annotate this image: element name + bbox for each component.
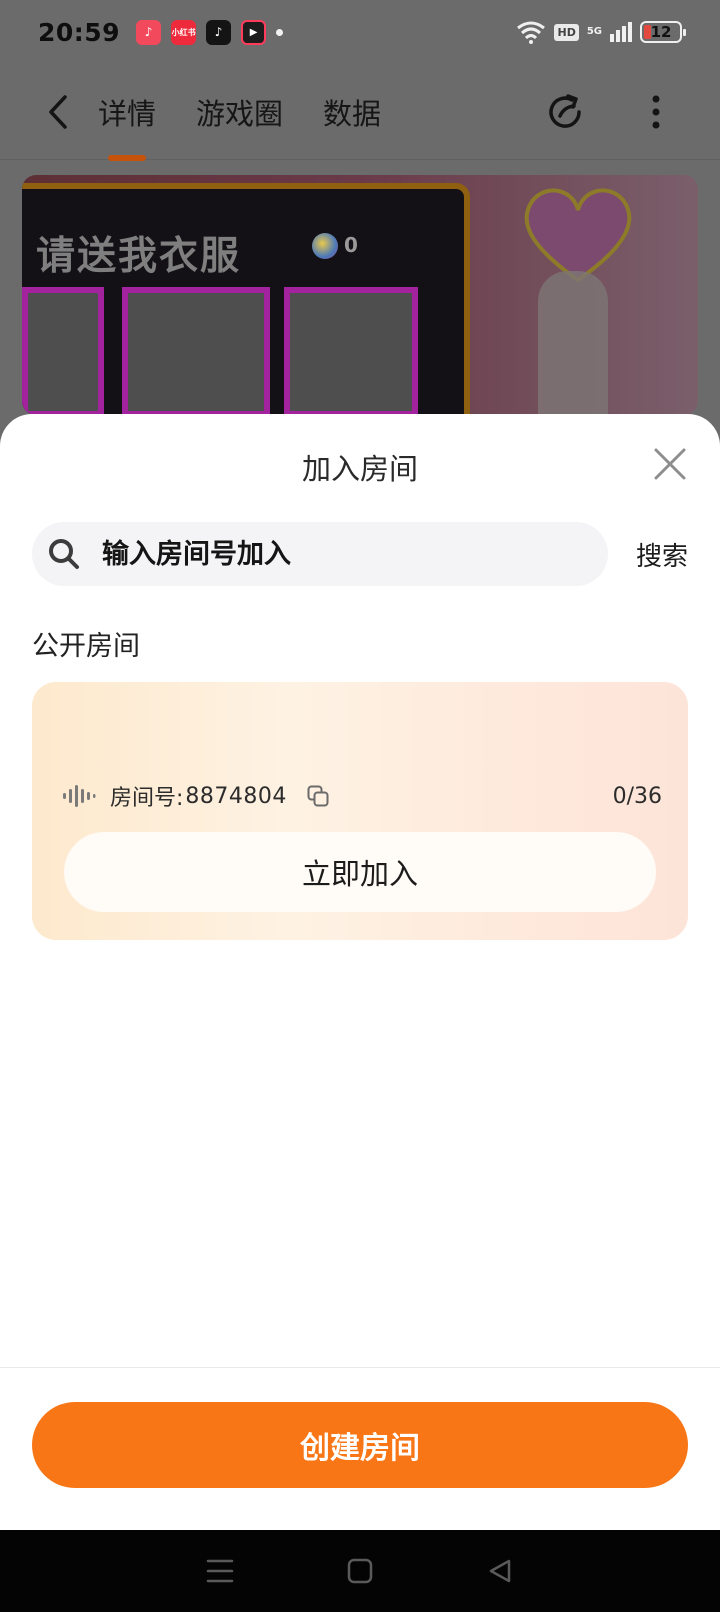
clothing-slot bbox=[284, 287, 418, 415]
room-player-count: 0/36 bbox=[612, 783, 662, 809]
join-room-sheet: 加入房间 搜索 公开房间 房间号: 8874804 bbox=[0, 414, 720, 1530]
home-square-icon bbox=[347, 1558, 373, 1584]
room-meta: 房间号: 8874804 0/36 bbox=[62, 780, 662, 812]
create-room-button[interactable]: 创建房间 bbox=[32, 1402, 688, 1488]
system-back-button[interactable] bbox=[484, 1555, 516, 1587]
menu-icon bbox=[206, 1559, 234, 1583]
more-vertical-icon bbox=[652, 95, 660, 128]
status-bar: 20:59 ♪ 小红书 ♪ ▶ HD 5G 12 bbox=[0, 0, 720, 64]
close-icon bbox=[654, 448, 686, 480]
share-icon bbox=[549, 93, 581, 128]
chevron-left-icon bbox=[49, 94, 67, 129]
battery-level: 12 bbox=[650, 23, 672, 41]
network-type: 5G bbox=[586, 26, 602, 37]
clothing-slot bbox=[22, 287, 104, 415]
coin-icon bbox=[312, 233, 338, 259]
tab-data[interactable]: 数据 bbox=[323, 81, 381, 143]
clothing-slot bbox=[122, 287, 270, 415]
public-rooms-label: 公开房间 bbox=[32, 631, 140, 662]
search-box[interactable] bbox=[32, 522, 608, 586]
room-number-input[interactable] bbox=[102, 538, 542, 570]
copy-icon[interactable] bbox=[307, 785, 329, 807]
search-row: 搜索 bbox=[32, 522, 688, 586]
divider bbox=[0, 1367, 720, 1368]
video-record-app-icon: ▶ bbox=[241, 19, 267, 45]
notification-app-icons: ♪ 小红书 ♪ ▶ bbox=[136, 19, 267, 45]
more-button[interactable] bbox=[634, 90, 678, 134]
status-time: 20:59 bbox=[38, 17, 121, 47]
game-board-title: 请送我衣服 bbox=[36, 234, 242, 279]
music-app-icon: ♪ bbox=[136, 19, 162, 45]
search-icon bbox=[49, 539, 79, 569]
signal-strength-icon bbox=[610, 22, 632, 42]
voice-wave-icon bbox=[63, 785, 96, 807]
xiaohongshu-app-icon: 小红书 bbox=[171, 19, 197, 45]
battery-icon: 12 bbox=[640, 21, 686, 43]
back-triangle-icon bbox=[489, 1559, 511, 1583]
room-card: 房间号: 8874804 0/36 立即加入 bbox=[32, 682, 688, 940]
room-id-label: 房间号: bbox=[110, 786, 184, 811]
game-banner-image: 请送我衣服 0 bbox=[22, 175, 698, 415]
recent-apps-button[interactable] bbox=[204, 1555, 236, 1587]
close-button[interactable] bbox=[650, 444, 690, 484]
game-character bbox=[538, 271, 608, 415]
room-id: 8874804 bbox=[185, 783, 287, 809]
top-nav: 详情 游戏圈 数据 bbox=[0, 64, 720, 160]
wifi-icon bbox=[517, 21, 546, 44]
system-nav-bar bbox=[0, 1530, 720, 1612]
hd-badge: HD bbox=[554, 23, 579, 41]
share-button[interactable] bbox=[544, 90, 588, 134]
search-button[interactable]: 搜索 bbox=[636, 536, 688, 573]
tab-game-circle[interactable]: 游戏圈 bbox=[196, 81, 283, 143]
tab-bar: 详情 游戏圈 数据 bbox=[98, 81, 381, 143]
notification-dot-icon bbox=[276, 28, 284, 36]
back-button[interactable] bbox=[42, 90, 74, 134]
sheet-title: 加入房间 bbox=[301, 452, 418, 486]
status-indicators: HD 5G 12 bbox=[516, 20, 686, 44]
tiktok-app-icon: ♪ bbox=[206, 19, 232, 45]
home-button[interactable] bbox=[344, 1555, 376, 1587]
tab-details[interactable]: 详情 bbox=[98, 81, 156, 143]
heart-decoration-icon bbox=[524, 188, 632, 283]
coin-count: 0 bbox=[344, 233, 358, 257]
join-now-button[interactable]: 立即加入 bbox=[64, 832, 656, 912]
